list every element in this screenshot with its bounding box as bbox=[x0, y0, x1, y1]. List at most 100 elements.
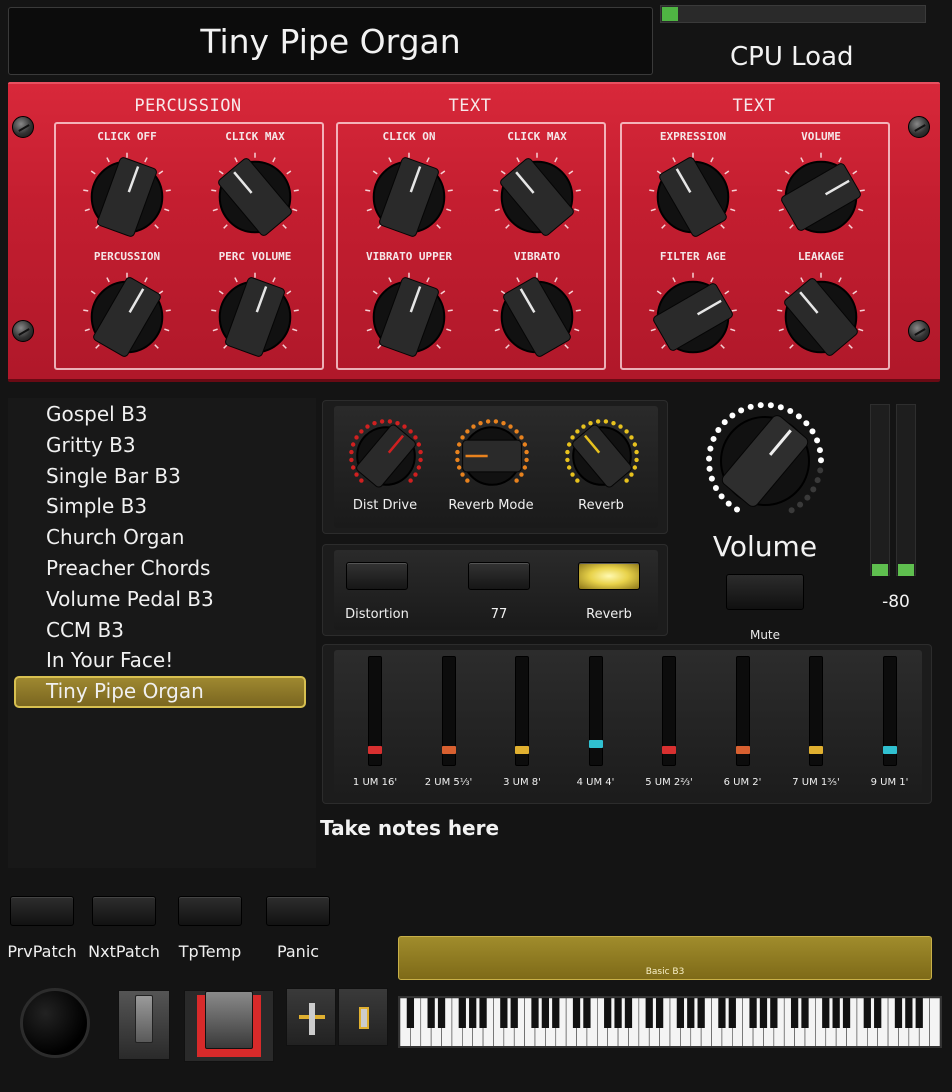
knob-label: VIBRATO UPPER bbox=[365, 250, 453, 263]
effect-toggle-label: 77 bbox=[490, 607, 508, 622]
transport-button[interactable] bbox=[178, 896, 242, 926]
patch-list-item[interactable]: Tiny Pipe Organ bbox=[46, 679, 204, 703]
keyboard-patch-name: Basic B3 bbox=[645, 967, 685, 977]
drawbar-inner bbox=[334, 650, 922, 798]
knob-label: CLICK OFF bbox=[97, 130, 157, 143]
level-meter-right bbox=[896, 404, 916, 576]
mute-button[interactable] bbox=[726, 574, 804, 610]
patch-list-item[interactable]: Volume Pedal B3 bbox=[46, 587, 214, 611]
patch-list-item[interactable]: Gospel B3 bbox=[46, 402, 148, 426]
rotary-knob[interactable] bbox=[360, 148, 458, 250]
drawbar-handle[interactable] bbox=[368, 746, 382, 754]
patch-list-item[interactable]: CCM B3 bbox=[46, 618, 124, 642]
drawbar-handle[interactable] bbox=[588, 740, 603, 748]
rotary-knob[interactable] bbox=[206, 268, 304, 370]
rotary-knob[interactable] bbox=[488, 268, 586, 370]
knob-label: PERCUSSION bbox=[93, 250, 161, 263]
rotary-knob[interactable] bbox=[360, 268, 458, 370]
pitch-bend-icon[interactable] bbox=[338, 988, 388, 1046]
volume-label: Volume bbox=[712, 530, 818, 563]
section-label: PERCUSSION bbox=[134, 96, 242, 116]
cpu-load-fill bbox=[662, 7, 678, 21]
transport-button-label: Panic bbox=[276, 942, 320, 961]
knob-label: VOLUME bbox=[801, 130, 841, 143]
cpu-load-meter bbox=[660, 5, 926, 23]
drawbar-handle[interactable] bbox=[441, 746, 456, 754]
drawbar-handle[interactable] bbox=[662, 746, 676, 754]
rotary-knob[interactable] bbox=[772, 268, 870, 370]
mod-wheel-icon[interactable] bbox=[286, 988, 336, 1046]
meter-value: -80 bbox=[882, 592, 910, 612]
rotary-knob[interactable] bbox=[78, 148, 176, 250]
drawbar-label: 2 UM 5⅓' bbox=[424, 777, 473, 788]
transport-button[interactable] bbox=[92, 896, 156, 926]
patch-list-item[interactable]: Church Organ bbox=[46, 525, 184, 549]
drawbar-handle[interactable] bbox=[515, 746, 529, 754]
patch-list-item[interactable]: Single Bar B3 bbox=[46, 464, 181, 488]
drawbar-label: 1 UM 16' bbox=[352, 777, 398, 788]
screw-icon bbox=[12, 116, 34, 138]
screw-icon bbox=[908, 320, 930, 342]
transport-button[interactable] bbox=[10, 896, 74, 926]
mute-label: Mute bbox=[749, 628, 781, 642]
effect-knob-label: Reverb Mode bbox=[448, 498, 534, 513]
patch-title: Tiny Pipe Organ bbox=[200, 21, 461, 61]
drawbar-handle[interactable] bbox=[809, 746, 823, 754]
rotary-knob[interactable] bbox=[488, 148, 586, 250]
drawbar-label: 4 UM 4' bbox=[576, 777, 615, 788]
knob-label: FILTER AGE bbox=[659, 250, 727, 263]
patch-title-display: Tiny Pipe Organ bbox=[8, 7, 653, 75]
knob-label: EXPRESSION bbox=[659, 130, 727, 143]
drawbar-handle[interactable] bbox=[882, 746, 897, 754]
drawbar-slot[interactable] bbox=[588, 656, 603, 766]
screw-icon bbox=[12, 320, 34, 342]
effect-knob-label: Reverb bbox=[578, 498, 624, 513]
knob-label: CLICK MAX bbox=[225, 130, 285, 143]
knob-label: LEAKAGE bbox=[797, 250, 845, 263]
transport-button-label: TpTemp bbox=[178, 942, 242, 961]
patch-list-item[interactable]: In Your Face! bbox=[46, 648, 173, 672]
transport-button-label: NxtPatch bbox=[88, 942, 160, 961]
effect-knob[interactable] bbox=[346, 416, 426, 500]
sustain-pedal-icon[interactable] bbox=[118, 990, 170, 1060]
knob-label: VIBRATO bbox=[513, 250, 561, 263]
volume-knob[interactable] bbox=[700, 396, 830, 526]
effect-knob-label: Dist Drive bbox=[352, 498, 418, 513]
transport-button[interactable] bbox=[266, 896, 330, 926]
drawbar-label: 9 UM 1' bbox=[870, 777, 909, 788]
cpu-load-label: CPU Load bbox=[730, 42, 854, 72]
effect-knob[interactable] bbox=[562, 416, 642, 500]
transport-button-label: PrvPatch bbox=[7, 942, 77, 961]
rotary-knob[interactable] bbox=[644, 148, 742, 250]
drawbar-label: 6 UM 2' bbox=[723, 777, 762, 788]
piano-keyboard[interactable] bbox=[398, 996, 942, 1048]
patch-list-item[interactable]: Simple B3 bbox=[46, 494, 147, 518]
rotary-knob[interactable] bbox=[78, 268, 176, 370]
patch-list-item[interactable]: Gritty B3 bbox=[46, 433, 136, 457]
pitch-wheel-knob[interactable] bbox=[20, 988, 90, 1058]
rotary-knob[interactable] bbox=[644, 268, 742, 370]
effect-toggle-label: Distortion bbox=[345, 607, 409, 622]
effect-toggle-button[interactable] bbox=[468, 562, 530, 590]
rotary-knob[interactable] bbox=[772, 148, 870, 250]
effect-knob[interactable] bbox=[452, 416, 532, 500]
section-label: TEXT bbox=[448, 96, 492, 116]
drawbar-handle[interactable] bbox=[735, 746, 750, 754]
expression-pedal[interactable] bbox=[184, 990, 274, 1062]
rotary-knob[interactable] bbox=[206, 148, 304, 250]
level-meter-right-fill bbox=[898, 564, 914, 576]
drawbar-label: 3 UM 8' bbox=[503, 777, 541, 788]
effect-toggle-button[interactable] bbox=[578, 562, 640, 590]
knob-label: CLICK ON bbox=[382, 130, 436, 143]
level-meter-left bbox=[870, 404, 890, 576]
patch-list-item[interactable]: Preacher Chords bbox=[46, 556, 210, 580]
section-label: TEXT bbox=[732, 96, 776, 116]
level-meter-left-fill bbox=[872, 564, 888, 576]
drawbar-label: 5 UM 2⅔' bbox=[645, 777, 693, 788]
effect-toggle-button[interactable] bbox=[346, 562, 408, 590]
drawbar-label: 7 UM 1⅗' bbox=[792, 777, 840, 788]
notes-field[interactable]: Take notes here bbox=[320, 816, 499, 840]
effect-toggle-label: Reverb bbox=[586, 607, 632, 622]
knob-label: PERC VOLUME bbox=[218, 250, 292, 263]
knob-label: CLICK MAX bbox=[507, 130, 567, 143]
